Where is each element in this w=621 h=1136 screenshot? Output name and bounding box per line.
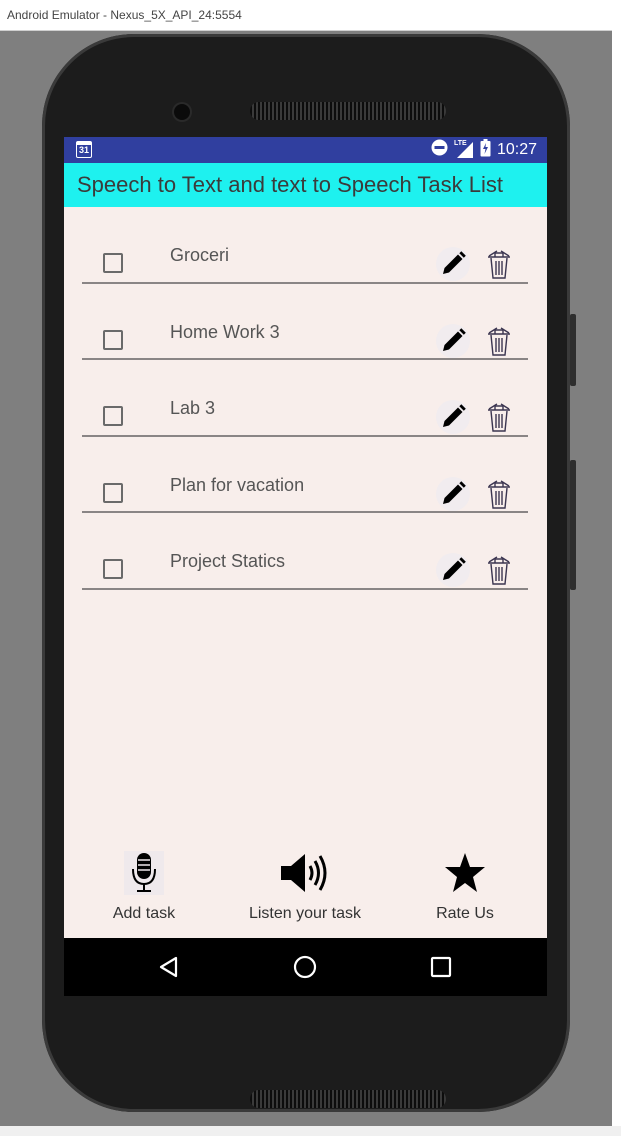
star-icon xyxy=(443,847,487,895)
task-label: Lab 3 xyxy=(170,398,216,418)
listen-task-label: Listen your task xyxy=(248,905,362,922)
trash-icon[interactable] xyxy=(484,553,514,587)
task-checkbox[interactable] xyxy=(103,253,123,273)
lte-signal-icon: LTE xyxy=(453,140,474,159)
top-speaker-grille xyxy=(250,102,446,120)
task-checkbox[interactable] xyxy=(103,329,123,350)
task-label: Groceri xyxy=(170,245,230,265)
microphone-icon xyxy=(124,847,164,895)
status-time: 10:27 xyxy=(496,141,537,158)
network-type: LTE xyxy=(453,140,467,147)
home-circle-icon[interactable] xyxy=(290,952,320,982)
list-item: Lab 3 xyxy=(64,360,547,437)
rate-us-button[interactable]: Rate Us xyxy=(425,847,505,923)
device-screen: 31 LTE 10:27 Speech to Text and text to … xyxy=(64,137,547,996)
status-icons: LTE 10:27 xyxy=(431,137,537,163)
task-checkbox[interactable] xyxy=(103,482,123,503)
speaker-icon xyxy=(279,847,331,895)
task-label: Plan for vacation xyxy=(170,474,305,495)
task-list: Groceri Home Work 3 Lab 3 Plan for vacat… xyxy=(64,207,547,590)
volume-button[interactable] xyxy=(570,460,576,590)
add-task-button[interactable]: Add task xyxy=(104,847,184,923)
ide-bottom-strip xyxy=(0,1126,621,1136)
navigation-bar xyxy=(64,938,547,996)
list-item: Project Statics xyxy=(64,513,547,590)
trash-icon[interactable] xyxy=(484,400,514,434)
bottom-action-bar: Add task Listen your task Rate Us xyxy=(64,837,547,937)
bottom-speaker-grille xyxy=(250,1090,446,1108)
do-not-disturb-icon xyxy=(431,139,448,161)
task-label: Project Statics xyxy=(170,551,286,571)
battery-icon xyxy=(480,138,491,162)
edit-pencil-icon[interactable] xyxy=(436,553,470,587)
emulator-title: Android Emulator - Nexus_5X_API_24:5554 xyxy=(7,8,242,22)
task-checkbox[interactable] xyxy=(103,406,123,426)
rate-us-label: Rate Us xyxy=(436,905,494,922)
task-label: Home Work 3 xyxy=(170,321,280,342)
listen-task-button[interactable]: Listen your task xyxy=(245,847,365,923)
trash-icon[interactable] xyxy=(484,324,514,358)
edit-pencil-icon[interactable] xyxy=(436,247,470,281)
power-button[interactable] xyxy=(570,314,576,386)
calendar-icon: 31 xyxy=(76,141,92,158)
list-item: Home Work 3 xyxy=(64,284,547,360)
trash-icon[interactable] xyxy=(484,477,514,511)
app-title: Speech to Text and text to Speech Task L… xyxy=(77,172,504,197)
front-camera xyxy=(174,104,190,120)
add-task-label: Add task xyxy=(112,905,176,922)
edit-pencil-icon[interactable] xyxy=(436,400,470,434)
row-divider xyxy=(82,587,528,590)
edit-pencil-icon[interactable] xyxy=(436,476,470,511)
task-checkbox[interactable] xyxy=(103,559,123,579)
app-bar: Speech to Text and text to Speech Task L… xyxy=(64,163,547,207)
ide-background-strip xyxy=(612,0,621,1136)
back-triangle-icon[interactable] xyxy=(154,952,184,982)
status-bar: 31 LTE 10:27 xyxy=(64,137,547,163)
emulator-title-bar: Android Emulator - Nexus_5X_API_24:5554 xyxy=(0,0,612,31)
list-item: Groceri xyxy=(64,207,547,284)
calendar-day: 31 xyxy=(78,145,89,155)
edit-pencil-icon[interactable] xyxy=(436,323,470,358)
recents-square-icon[interactable] xyxy=(426,952,456,982)
trash-icon[interactable] xyxy=(484,247,514,281)
list-item: Plan for vacation xyxy=(64,437,547,513)
